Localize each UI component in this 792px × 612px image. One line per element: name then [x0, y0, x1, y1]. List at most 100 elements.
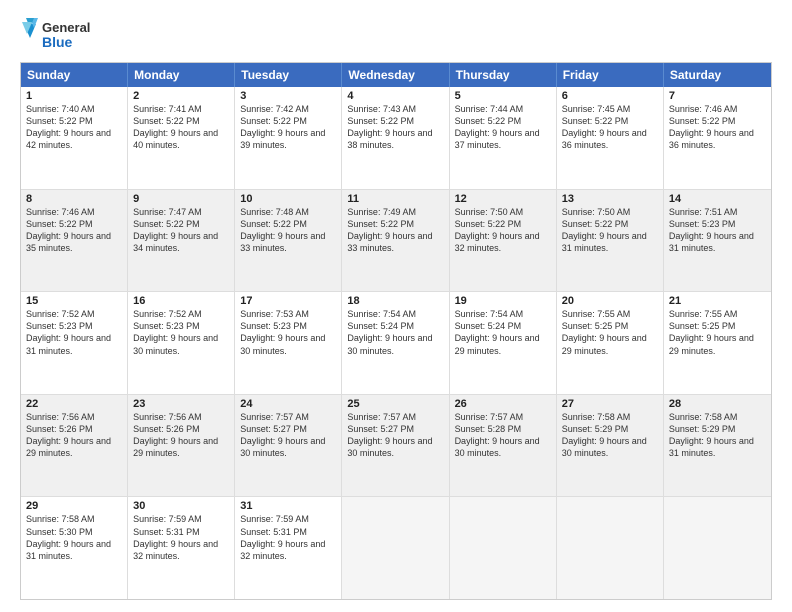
day-number: 28 [669, 398, 766, 410]
calendar-cell-empty [557, 497, 664, 599]
day-info: Sunrise: 7:57 AM Sunset: 5:27 PM Dayligh… [240, 411, 336, 460]
day-number: 11 [347, 193, 443, 205]
calendar-cell: 9Sunrise: 7:47 AM Sunset: 5:22 PM Daylig… [128, 190, 235, 292]
calendar-row: 22Sunrise: 7:56 AM Sunset: 5:26 PM Dayli… [21, 394, 771, 497]
day-info: Sunrise: 7:48 AM Sunset: 5:22 PM Dayligh… [240, 206, 336, 255]
calendar-cell: 3Sunrise: 7:42 AM Sunset: 5:22 PM Daylig… [235, 87, 342, 189]
svg-text:Blue: Blue [42, 34, 73, 50]
day-number: 20 [562, 295, 658, 307]
calendar-cell: 28Sunrise: 7:58 AM Sunset: 5:29 PM Dayli… [664, 395, 771, 497]
day-info: Sunrise: 7:55 AM Sunset: 5:25 PM Dayligh… [669, 308, 766, 357]
day-info: Sunrise: 7:54 AM Sunset: 5:24 PM Dayligh… [347, 308, 443, 357]
day-number: 26 [455, 398, 551, 410]
day-number: 12 [455, 193, 551, 205]
calendar-cell: 30Sunrise: 7:59 AM Sunset: 5:31 PM Dayli… [128, 497, 235, 599]
calendar-cell: 10Sunrise: 7:48 AM Sunset: 5:22 PM Dayli… [235, 190, 342, 292]
calendar: SundayMondayTuesdayWednesdayThursdayFrid… [20, 62, 772, 600]
day-number: 30 [133, 500, 229, 512]
calendar-row: 29Sunrise: 7:58 AM Sunset: 5:30 PM Dayli… [21, 496, 771, 599]
logo-svg: General Blue [20, 16, 100, 54]
calendar-cell: 8Sunrise: 7:46 AM Sunset: 5:22 PM Daylig… [21, 190, 128, 292]
day-info: Sunrise: 7:59 AM Sunset: 5:31 PM Dayligh… [133, 513, 229, 562]
day-info: Sunrise: 7:58 AM Sunset: 5:30 PM Dayligh… [26, 513, 122, 562]
calendar-cell: 15Sunrise: 7:52 AM Sunset: 5:23 PM Dayli… [21, 292, 128, 394]
calendar-cell: 7Sunrise: 7:46 AM Sunset: 5:22 PM Daylig… [664, 87, 771, 189]
day-info: Sunrise: 7:47 AM Sunset: 5:22 PM Dayligh… [133, 206, 229, 255]
calendar-cell: 17Sunrise: 7:53 AM Sunset: 5:23 PM Dayli… [235, 292, 342, 394]
day-number: 6 [562, 90, 658, 102]
day-info: Sunrise: 7:58 AM Sunset: 5:29 PM Dayligh… [562, 411, 658, 460]
calendar-row: 8Sunrise: 7:46 AM Sunset: 5:22 PM Daylig… [21, 189, 771, 292]
day-number: 2 [133, 90, 229, 102]
day-number: 19 [455, 295, 551, 307]
day-number: 10 [240, 193, 336, 205]
day-number: 1 [26, 90, 122, 102]
calendar-cell: 5Sunrise: 7:44 AM Sunset: 5:22 PM Daylig… [450, 87, 557, 189]
calendar-header-cell: Sunday [21, 63, 128, 87]
day-info: Sunrise: 7:52 AM Sunset: 5:23 PM Dayligh… [133, 308, 229, 357]
day-number: 4 [347, 90, 443, 102]
calendar-cell: 24Sunrise: 7:57 AM Sunset: 5:27 PM Dayli… [235, 395, 342, 497]
calendar-cell: 13Sunrise: 7:50 AM Sunset: 5:22 PM Dayli… [557, 190, 664, 292]
day-number: 8 [26, 193, 122, 205]
day-info: Sunrise: 7:49 AM Sunset: 5:22 PM Dayligh… [347, 206, 443, 255]
day-number: 31 [240, 500, 336, 512]
day-info: Sunrise: 7:59 AM Sunset: 5:31 PM Dayligh… [240, 513, 336, 562]
day-number: 27 [562, 398, 658, 410]
calendar-cell: 31Sunrise: 7:59 AM Sunset: 5:31 PM Dayli… [235, 497, 342, 599]
calendar-cell-empty [342, 497, 449, 599]
calendar-header-cell: Friday [557, 63, 664, 87]
calendar-header-cell: Tuesday [235, 63, 342, 87]
day-number: 25 [347, 398, 443, 410]
day-number: 15 [26, 295, 122, 307]
header: General Blue [20, 16, 772, 54]
day-info: Sunrise: 7:41 AM Sunset: 5:22 PM Dayligh… [133, 103, 229, 152]
calendar-header: SundayMondayTuesdayWednesdayThursdayFrid… [21, 63, 771, 87]
day-info: Sunrise: 7:56 AM Sunset: 5:26 PM Dayligh… [133, 411, 229, 460]
calendar-cell: 18Sunrise: 7:54 AM Sunset: 5:24 PM Dayli… [342, 292, 449, 394]
calendar-cell: 19Sunrise: 7:54 AM Sunset: 5:24 PM Dayli… [450, 292, 557, 394]
calendar-cell: 6Sunrise: 7:45 AM Sunset: 5:22 PM Daylig… [557, 87, 664, 189]
day-info: Sunrise: 7:52 AM Sunset: 5:23 PM Dayligh… [26, 308, 122, 357]
calendar-cell-empty [664, 497, 771, 599]
day-info: Sunrise: 7:58 AM Sunset: 5:29 PM Dayligh… [669, 411, 766, 460]
day-number: 17 [240, 295, 336, 307]
calendar-cell: 14Sunrise: 7:51 AM Sunset: 5:23 PM Dayli… [664, 190, 771, 292]
day-number: 7 [669, 90, 766, 102]
day-info: Sunrise: 7:56 AM Sunset: 5:26 PM Dayligh… [26, 411, 122, 460]
calendar-cell: 12Sunrise: 7:50 AM Sunset: 5:22 PM Dayli… [450, 190, 557, 292]
day-info: Sunrise: 7:40 AM Sunset: 5:22 PM Dayligh… [26, 103, 122, 152]
day-info: Sunrise: 7:42 AM Sunset: 5:22 PM Dayligh… [240, 103, 336, 152]
calendar-cell: 20Sunrise: 7:55 AM Sunset: 5:25 PM Dayli… [557, 292, 664, 394]
day-info: Sunrise: 7:55 AM Sunset: 5:25 PM Dayligh… [562, 308, 658, 357]
day-info: Sunrise: 7:57 AM Sunset: 5:28 PM Dayligh… [455, 411, 551, 460]
day-info: Sunrise: 7:57 AM Sunset: 5:27 PM Dayligh… [347, 411, 443, 460]
day-number: 3 [240, 90, 336, 102]
calendar-cell: 27Sunrise: 7:58 AM Sunset: 5:29 PM Dayli… [557, 395, 664, 497]
day-number: 5 [455, 90, 551, 102]
day-number: 29 [26, 500, 122, 512]
calendar-row: 15Sunrise: 7:52 AM Sunset: 5:23 PM Dayli… [21, 291, 771, 394]
day-info: Sunrise: 7:46 AM Sunset: 5:22 PM Dayligh… [26, 206, 122, 255]
day-info: Sunrise: 7:53 AM Sunset: 5:23 PM Dayligh… [240, 308, 336, 357]
calendar-header-cell: Saturday [664, 63, 771, 87]
calendar-cell: 1Sunrise: 7:40 AM Sunset: 5:22 PM Daylig… [21, 87, 128, 189]
day-info: Sunrise: 7:51 AM Sunset: 5:23 PM Dayligh… [669, 206, 766, 255]
day-number: 16 [133, 295, 229, 307]
day-number: 24 [240, 398, 336, 410]
calendar-cell: 4Sunrise: 7:43 AM Sunset: 5:22 PM Daylig… [342, 87, 449, 189]
day-number: 18 [347, 295, 443, 307]
day-number: 23 [133, 398, 229, 410]
calendar-body: 1Sunrise: 7:40 AM Sunset: 5:22 PM Daylig… [21, 87, 771, 599]
day-info: Sunrise: 7:46 AM Sunset: 5:22 PM Dayligh… [669, 103, 766, 152]
calendar-cell: 22Sunrise: 7:56 AM Sunset: 5:26 PM Dayli… [21, 395, 128, 497]
calendar-header-cell: Wednesday [342, 63, 449, 87]
calendar-cell: 2Sunrise: 7:41 AM Sunset: 5:22 PM Daylig… [128, 87, 235, 189]
day-number: 9 [133, 193, 229, 205]
calendar-row: 1Sunrise: 7:40 AM Sunset: 5:22 PM Daylig… [21, 87, 771, 189]
day-info: Sunrise: 7:50 AM Sunset: 5:22 PM Dayligh… [455, 206, 551, 255]
calendar-cell: 29Sunrise: 7:58 AM Sunset: 5:30 PM Dayli… [21, 497, 128, 599]
page: General Blue SundayMondayTuesdayWednesda… [0, 0, 792, 612]
calendar-cell: 11Sunrise: 7:49 AM Sunset: 5:22 PM Dayli… [342, 190, 449, 292]
day-number: 14 [669, 193, 766, 205]
